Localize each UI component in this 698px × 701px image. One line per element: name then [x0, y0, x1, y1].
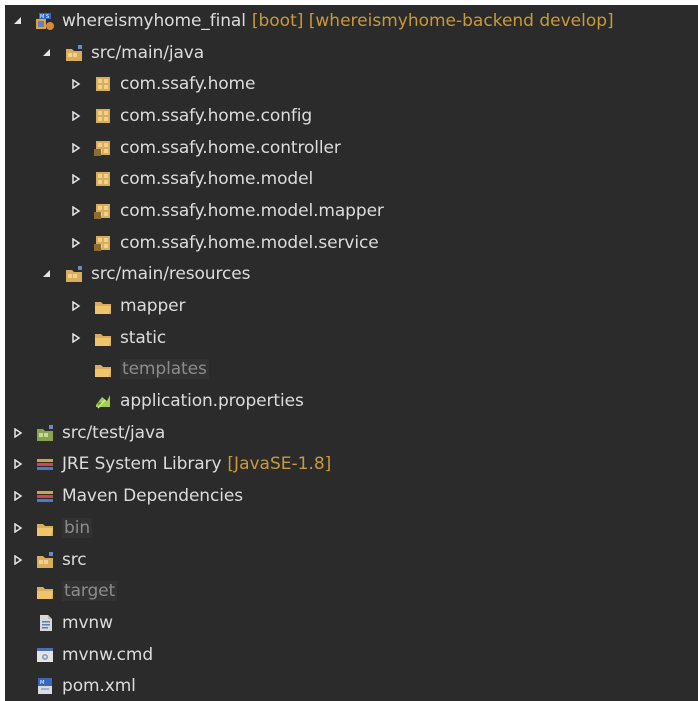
tree-row-src[interactable]: src: [5, 544, 698, 576]
folder-label: target: [62, 581, 118, 602]
source-folder-icon: [64, 264, 84, 284]
collapsed-arrow-icon[interactable]: [67, 74, 85, 94]
package-label: com.ssafy.home.config: [120, 105, 313, 126]
package-icon: [93, 201, 113, 221]
source-folder-icon: [35, 423, 55, 443]
folder-icon: [93, 296, 113, 316]
tree-row-package[interactable]: com.ssafy.home.controller: [5, 132, 698, 164]
file-label: application.properties: [120, 391, 304, 412]
source-folder-label: src/main/resources: [91, 264, 251, 285]
tree-row-bin[interactable]: bin: [5, 512, 698, 544]
tree-row-file[interactable]: application.properties: [5, 385, 698, 417]
collapsed-arrow-icon[interactable]: [67, 296, 85, 316]
tree-row-folder[interactable]: static: [5, 322, 698, 354]
tree-row-folder[interactable]: templates: [5, 354, 698, 386]
project-tree: M S whereismyhome_final [boot] [whereism…: [5, 5, 698, 701]
tree-row-mvnw-cmd[interactable]: mvnw.cmd: [5, 639, 698, 671]
folder-label: mapper: [120, 296, 186, 317]
tree-row-project[interactable]: M S whereismyhome_final [boot] [whereism…: [5, 5, 698, 37]
collapsed-arrow-icon[interactable]: [67, 201, 85, 221]
package-icon: [93, 74, 113, 94]
source-folder-label: src/main/java: [91, 42, 205, 63]
collapsed-arrow-icon[interactable]: [9, 486, 27, 506]
tree-row-src-main-java[interactable]: src/main/java: [5, 37, 698, 69]
tree-row-mvnw[interactable]: mvnw: [5, 607, 698, 639]
folder-label: templates: [120, 359, 209, 380]
collapsed-arrow-icon[interactable]: [67, 169, 85, 189]
package-label: com.ssafy.home.model.mapper: [120, 200, 384, 221]
collapsed-arrow-icon[interactable]: [9, 518, 27, 538]
tree-row-maven[interactable]: Maven Dependencies: [5, 480, 698, 512]
package-label: com.ssafy.home.model.service: [120, 232, 379, 253]
tree-row-pom[interactable]: M pom.xml: [5, 670, 698, 701]
empty-arrow-slot: [9, 581, 27, 601]
tree-row-package[interactable]: com.ssafy.home.model.mapper: [5, 195, 698, 227]
package-icon: [93, 138, 113, 158]
tree-row-package[interactable]: com.ssafy.home.model.service: [5, 227, 698, 259]
collapsed-arrow-icon[interactable]: [9, 454, 27, 474]
command-file-icon: [35, 645, 55, 665]
folder-icon: [93, 328, 113, 348]
folder-label: bin: [62, 517, 92, 538]
folder-label: static: [120, 327, 167, 348]
library-label: Maven Dependencies: [62, 486, 243, 507]
file-label: mvnw.cmd: [62, 644, 154, 665]
collapsed-arrow-icon[interactable]: [67, 106, 85, 126]
project-tags: [boot] [whereismyhome-backend develop]: [251, 10, 614, 31]
tree-row-target[interactable]: target: [5, 575, 698, 607]
source-folder-icon: [64, 43, 84, 63]
library-icon: [35, 486, 55, 506]
package-label: com.ssafy.home.controller: [120, 137, 341, 158]
collapsed-arrow-icon[interactable]: [67, 138, 85, 158]
svg-text:M: M: [40, 680, 44, 686]
empty-arrow-slot: [9, 645, 27, 665]
tree-row-folder[interactable]: mapper: [5, 290, 698, 322]
tree-row-package[interactable]: com.ssafy.home: [5, 68, 698, 100]
package-label: com.ssafy.home: [120, 74, 256, 95]
package-icon: [93, 233, 113, 253]
expanded-arrow-icon[interactable]: [38, 43, 56, 63]
jre-version: [JavaSE-1.8]: [227, 454, 332, 475]
expanded-arrow-icon[interactable]: [38, 264, 56, 284]
folder-icon: [93, 359, 113, 379]
empty-arrow-slot: [9, 613, 27, 633]
folder-label: src: [62, 549, 87, 570]
empty-arrow-slot: [67, 391, 85, 411]
collapsed-arrow-icon[interactable]: [67, 328, 85, 348]
tree-row-package[interactable]: com.ssafy.home.model: [5, 163, 698, 195]
package-icon: [93, 169, 113, 189]
package-icon: [93, 106, 113, 126]
tree-row-src-main-resources[interactable]: src/main/resources: [5, 259, 698, 291]
library-icon: [35, 454, 55, 474]
source-folder-label: src/test/java: [62, 422, 166, 443]
maven-project-icon: M S: [35, 11, 55, 31]
collapsed-arrow-icon[interactable]: [9, 550, 27, 570]
tree-row-jre[interactable]: JRE System Library [JavaSE-1.8]: [5, 449, 698, 481]
folder-icon: [35, 550, 55, 570]
folder-icon: [35, 518, 55, 538]
empty-arrow-slot: [9, 676, 27, 696]
folder-icon: [35, 581, 55, 601]
properties-file-icon: [93, 391, 113, 411]
package-label: com.ssafy.home.model: [120, 169, 314, 190]
tree-row-src-test-java[interactable]: src/test/java: [5, 417, 698, 449]
tree-row-package[interactable]: com.ssafy.home.config: [5, 100, 698, 132]
file-icon: [35, 613, 55, 633]
pom-file-icon: M: [35, 676, 55, 696]
file-label: pom.xml: [62, 676, 136, 697]
file-label: mvnw: [62, 612, 113, 633]
project-name: whereismyhome_final: [62, 10, 246, 31]
package-explorer: M S whereismyhome_final [boot] [whereism…: [5, 5, 698, 701]
expanded-arrow-icon[interactable]: [9, 11, 27, 31]
library-label: JRE System Library: [62, 454, 222, 475]
collapsed-arrow-icon[interactable]: [9, 423, 27, 443]
empty-arrow-slot: [67, 359, 85, 379]
collapsed-arrow-icon[interactable]: [67, 233, 85, 253]
